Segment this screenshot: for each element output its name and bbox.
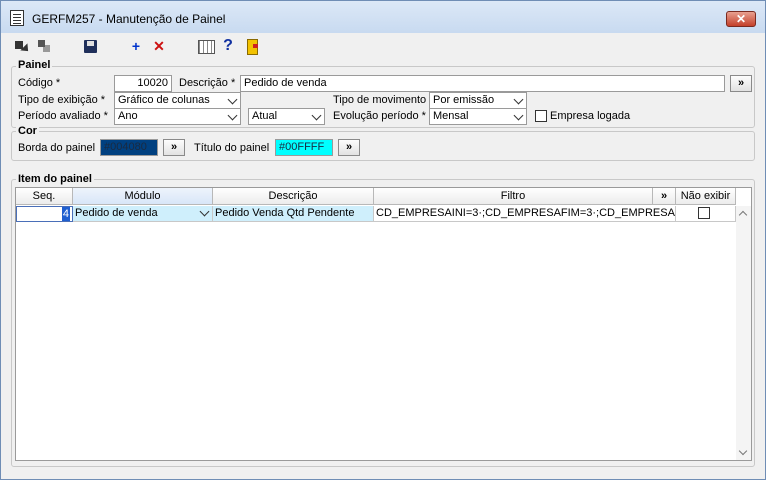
- tipo-exibicao-label: Tipo de exibição *: [18, 94, 106, 106]
- borda-more-button[interactable]: »: [163, 139, 185, 156]
- periodo-label: Período avaliado *: [18, 110, 108, 122]
- borda-color-field[interactable]: #004080: [100, 139, 158, 156]
- document-icon: [10, 10, 24, 26]
- col-nao-exibir[interactable]: Não exibir: [676, 188, 736, 205]
- select-arrow-icon[interactable]: [13, 37, 31, 55]
- nao-exibir-checkbox[interactable]: [698, 207, 710, 219]
- empresa-logada-label: Empresa logada: [550, 110, 631, 122]
- codigo-label: Código *: [18, 77, 61, 89]
- codigo-field[interactable]: 10020: [114, 75, 172, 92]
- borda-label: Borda do painel: [18, 142, 96, 154]
- cor-legend: Cor: [16, 125, 39, 137]
- descricao-label: Descrição *: [179, 77, 236, 89]
- item-grid: Seq. Módulo Descrição Filtro » Não exibi…: [15, 187, 752, 461]
- descricao-field[interactable]: Pedido de venda: [240, 75, 725, 92]
- row-seq-value: 4: [61, 207, 70, 221]
- col-descricao[interactable]: Descrição: [213, 188, 374, 205]
- chevron-down-icon: [311, 110, 322, 121]
- evolucao-label: Evolução período *: [333, 110, 426, 122]
- col-more-button[interactable]: »: [653, 188, 676, 205]
- toolbar: + ✕ ?: [1, 33, 765, 59]
- periodo-value: Ano: [118, 110, 138, 122]
- tipo-movimento-select[interactable]: Por emissão: [429, 92, 527, 109]
- add-button[interactable]: +: [127, 37, 145, 55]
- scroll-down-icon[interactable]: [738, 446, 748, 456]
- close-button[interactable]: ✕: [726, 11, 756, 27]
- titulo-color-field[interactable]: #00FFFF: [275, 139, 333, 156]
- chevron-down-icon: [199, 206, 210, 217]
- empresa-logada-checkbox[interactable]: [535, 110, 547, 122]
- row-descricao-cell[interactable]: Pedido Venda Qtd Pendente: [213, 206, 374, 222]
- evolucao-select[interactable]: Mensal: [429, 108, 527, 125]
- tipo-exibicao-value: Gráfico de colunas: [118, 94, 210, 106]
- exit-door-icon[interactable]: [244, 37, 262, 55]
- row-filtro-cell[interactable]: CD_EMPRESAINI=3·;CD_EMPRESAFIM=3·;CD_EMP…: [374, 206, 676, 222]
- chevron-down-icon: [513, 94, 524, 105]
- table-row[interactable]: 4 Pedido de venda Pedido Venda Qtd Pende…: [16, 206, 736, 222]
- window-title: GERFM257 - Manutenção de Painel: [32, 12, 226, 26]
- grid-header: Seq. Módulo Descrição Filtro » Não exibi…: [16, 188, 751, 205]
- tipo-movimento-value: Por emissão: [433, 94, 495, 106]
- grid-scrollbar[interactable]: [736, 206, 751, 460]
- periodo-ref-select[interactable]: Atual: [248, 108, 325, 125]
- evolucao-value: Mensal: [433, 110, 469, 122]
- calendar-icon[interactable]: [197, 37, 215, 55]
- row-modulo-value: Pedido de venda: [75, 207, 158, 219]
- descricao-more-button[interactable]: »: [730, 75, 752, 92]
- col-modulo[interactable]: Módulo: [73, 188, 213, 205]
- titulo-more-button[interactable]: »: [338, 139, 360, 156]
- help-button[interactable]: ?: [219, 37, 237, 55]
- row-nao-exibir-cell[interactable]: [676, 206, 736, 222]
- periodo-ref-value: Atual: [252, 110, 278, 122]
- chevron-down-icon: [227, 110, 238, 121]
- windows-icon[interactable]: [36, 37, 54, 55]
- row-modulo-cell[interactable]: Pedido de venda: [73, 206, 213, 222]
- tipo-exibicao-select[interactable]: Gráfico de colunas: [114, 92, 241, 109]
- tipo-movimento-label: Tipo de movimento: [333, 94, 427, 106]
- title-bar: GERFM257 - Manutenção de Painel ✕: [1, 1, 765, 33]
- titulo-label: Título do painel: [194, 142, 270, 154]
- col-filtro[interactable]: Filtro: [374, 188, 653, 205]
- painel-legend: Painel: [16, 59, 53, 71]
- col-seq[interactable]: Seq.: [16, 188, 73, 205]
- item-legend: Item do painel: [16, 173, 94, 185]
- main-window: GERFM257 - Manutenção de Painel ✕ + ✕ ? …: [0, 0, 766, 480]
- periodo-select[interactable]: Ano: [114, 108, 241, 125]
- scroll-up-icon[interactable]: [738, 210, 748, 220]
- chevron-down-icon: [227, 94, 238, 105]
- save-icon[interactable]: [82, 37, 100, 55]
- delete-button[interactable]: ✕: [150, 37, 168, 55]
- row-seq-cell[interactable]: 4: [16, 206, 73, 222]
- chevron-down-icon: [513, 110, 524, 121]
